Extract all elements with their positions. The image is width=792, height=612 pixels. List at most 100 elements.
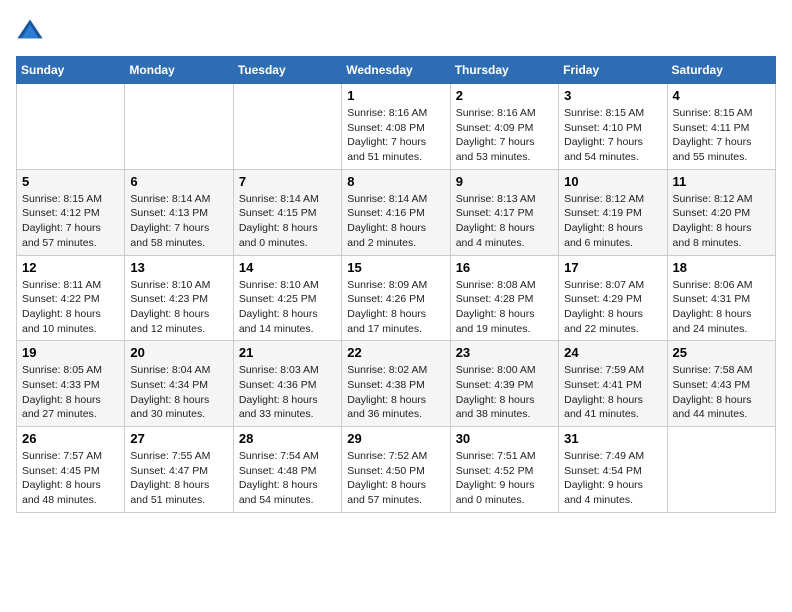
day-number: 27	[130, 431, 227, 446]
day-cell: 6Sunrise: 8:14 AM Sunset: 4:13 PM Daylig…	[125, 169, 233, 255]
day-number: 30	[456, 431, 553, 446]
week-row-1: 1 Sunrise: 8:16 AM Sunset: 4:08 PM Daylig…	[17, 84, 776, 170]
day-number: 12	[22, 260, 119, 275]
day-info: Sunrise: 7:58 AM Sunset: 4:43 PM Dayligh…	[673, 363, 770, 422]
week-row-5: 26 Sunrise: 7:57 AM Sunset: 4:45 PM Dayli…	[17, 427, 776, 513]
day-cell: 9 Sunrise: 8:13 AM Sunset: 4:17 PM Daylig…	[450, 169, 558, 255]
day-number: 31	[564, 431, 661, 446]
page-header	[16, 16, 776, 44]
day-cell: 19 Sunrise: 8:05 AM Sunset: 4:33 PM Dayli…	[17, 341, 125, 427]
day-cell: 17 Sunrise: 8:07 AM Sunset: 4:29 PM Dayli…	[559, 255, 667, 341]
day-number: 26	[22, 431, 119, 446]
day-number: 4	[673, 88, 770, 103]
day-cell: 2 Sunrise: 8:16 AM Sunset: 4:09 PM Daylig…	[450, 84, 558, 170]
day-info: Sunrise: 8:10 AM Sunset: 4:25 PM Dayligh…	[239, 278, 336, 337]
day-header-thursday: Thursday	[450, 57, 558, 84]
day-number: 19	[22, 345, 119, 360]
day-number: 9	[456, 174, 553, 189]
day-info: Sunrise: 8:14 AM Sunset: 4:16 PM Dayligh…	[347, 192, 444, 251]
day-info: Sunrise: 8:09 AM Sunset: 4:26 PM Dayligh…	[347, 278, 444, 337]
day-number: 3	[564, 88, 661, 103]
day-number: 14	[239, 260, 336, 275]
day-info: Sunrise: 8:03 AM Sunset: 4:36 PM Dayligh…	[239, 363, 336, 422]
day-header-monday: Monday	[125, 57, 233, 84]
logo-icon	[16, 16, 44, 44]
calendar-table: SundayMondayTuesdayWednesdayThursdayFrid…	[16, 56, 776, 513]
day-info: Sunrise: 7:57 AM Sunset: 4:45 PM Dayligh…	[22, 449, 119, 508]
day-cell: 10 Sunrise: 8:12 AM Sunset: 4:19 PM Dayli…	[559, 169, 667, 255]
day-info: Sunrise: 7:51 AM Sunset: 4:52 PM Dayligh…	[456, 449, 553, 508]
day-cell: 1 Sunrise: 8:16 AM Sunset: 4:08 PM Daylig…	[342, 84, 450, 170]
day-info: Sunrise: 8:08 AM Sunset: 4:28 PM Dayligh…	[456, 278, 553, 337]
day-cell	[17, 84, 125, 170]
day-cell: 15 Sunrise: 8:09 AM Sunset: 4:26 PM Dayli…	[342, 255, 450, 341]
day-info: Sunrise: 7:59 AM Sunset: 4:41 PM Dayligh…	[564, 363, 661, 422]
day-info: Sunrise: 8:12 AM Sunset: 4:20 PM Dayligh…	[673, 192, 770, 251]
day-info: Sunrise: 8:12 AM Sunset: 4:19 PM Dayligh…	[564, 192, 661, 251]
week-row-2: 5Sunrise: 8:15 AM Sunset: 4:12 PM Daylig…	[17, 169, 776, 255]
day-cell: 25 Sunrise: 7:58 AM Sunset: 4:43 PM Dayli…	[667, 341, 775, 427]
week-row-4: 19 Sunrise: 8:05 AM Sunset: 4:33 PM Dayli…	[17, 341, 776, 427]
day-number: 20	[130, 345, 227, 360]
day-number: 2	[456, 88, 553, 103]
day-number: 17	[564, 260, 661, 275]
day-cell	[125, 84, 233, 170]
day-header-saturday: Saturday	[667, 57, 775, 84]
day-number: 29	[347, 431, 444, 446]
day-info: Sunrise: 8:16 AM Sunset: 4:08 PM Dayligh…	[347, 106, 444, 165]
day-number: 11	[673, 174, 770, 189]
day-cell: 26 Sunrise: 7:57 AM Sunset: 4:45 PM Dayli…	[17, 427, 125, 513]
day-cell: 8 Sunrise: 8:14 AM Sunset: 4:16 PM Daylig…	[342, 169, 450, 255]
day-number: 22	[347, 345, 444, 360]
day-header-friday: Friday	[559, 57, 667, 84]
day-number: 28	[239, 431, 336, 446]
week-row-3: 12 Sunrise: 8:11 AM Sunset: 4:22 PM Dayli…	[17, 255, 776, 341]
day-cell: 4 Sunrise: 8:15 AM Sunset: 4:11 PM Daylig…	[667, 84, 775, 170]
day-info: Sunrise: 8:10 AM Sunset: 4:23 PM Dayligh…	[130, 278, 227, 337]
day-cell: 31Sunrise: 7:49 AM Sunset: 4:54 PM Dayli…	[559, 427, 667, 513]
day-info: Sunrise: 8:15 AM Sunset: 4:11 PM Dayligh…	[673, 106, 770, 165]
day-number: 16	[456, 260, 553, 275]
day-cell	[233, 84, 341, 170]
day-info: Sunrise: 8:14 AM Sunset: 4:15 PM Dayligh…	[239, 192, 336, 251]
day-cell: 5Sunrise: 8:15 AM Sunset: 4:12 PM Daylig…	[17, 169, 125, 255]
day-info: Sunrise: 7:52 AM Sunset: 4:50 PM Dayligh…	[347, 449, 444, 508]
day-cell: 27 Sunrise: 7:55 AM Sunset: 4:47 PM Dayli…	[125, 427, 233, 513]
day-header-sunday: Sunday	[17, 57, 125, 84]
day-cell: 12 Sunrise: 8:11 AM Sunset: 4:22 PM Dayli…	[17, 255, 125, 341]
day-cell: 30 Sunrise: 7:51 AM Sunset: 4:52 PM Dayli…	[450, 427, 558, 513]
day-number: 8	[347, 174, 444, 189]
day-info: Sunrise: 7:55 AM Sunset: 4:47 PM Dayligh…	[130, 449, 227, 508]
day-number: 5	[22, 174, 119, 189]
day-number: 21	[239, 345, 336, 360]
day-cell: 24Sunrise: 7:59 AM Sunset: 4:41 PM Dayli…	[559, 341, 667, 427]
day-info: Sunrise: 8:14 AM Sunset: 4:13 PM Dayligh…	[130, 192, 227, 251]
day-info: Sunrise: 8:11 AM Sunset: 4:22 PM Dayligh…	[22, 278, 119, 337]
day-number: 1	[347, 88, 444, 103]
day-cell: 11 Sunrise: 8:12 AM Sunset: 4:20 PM Dayli…	[667, 169, 775, 255]
day-header-tuesday: Tuesday	[233, 57, 341, 84]
day-number: 25	[673, 345, 770, 360]
day-number: 10	[564, 174, 661, 189]
day-cell: 18Sunrise: 8:06 AM Sunset: 4:31 PM Dayli…	[667, 255, 775, 341]
day-cell: 16 Sunrise: 8:08 AM Sunset: 4:28 PM Dayli…	[450, 255, 558, 341]
days-header-row: SundayMondayTuesdayWednesdayThursdayFrid…	[17, 57, 776, 84]
day-info: Sunrise: 8:00 AM Sunset: 4:39 PM Dayligh…	[456, 363, 553, 422]
day-info: Sunrise: 8:07 AM Sunset: 4:29 PM Dayligh…	[564, 278, 661, 337]
day-info: Sunrise: 8:13 AM Sunset: 4:17 PM Dayligh…	[456, 192, 553, 251]
day-header-wednesday: Wednesday	[342, 57, 450, 84]
logo	[16, 16, 48, 44]
day-cell: 29 Sunrise: 7:52 AM Sunset: 4:50 PM Dayli…	[342, 427, 450, 513]
day-info: Sunrise: 7:54 AM Sunset: 4:48 PM Dayligh…	[239, 449, 336, 508]
day-info: Sunrise: 8:02 AM Sunset: 4:38 PM Dayligh…	[347, 363, 444, 422]
day-cell: 23 Sunrise: 8:00 AM Sunset: 4:39 PM Dayli…	[450, 341, 558, 427]
day-cell	[667, 427, 775, 513]
day-cell: 13Sunrise: 8:10 AM Sunset: 4:23 PM Dayli…	[125, 255, 233, 341]
day-info: Sunrise: 8:15 AM Sunset: 4:10 PM Dayligh…	[564, 106, 661, 165]
day-info: Sunrise: 8:05 AM Sunset: 4:33 PM Dayligh…	[22, 363, 119, 422]
day-cell: 20Sunrise: 8:04 AM Sunset: 4:34 PM Dayli…	[125, 341, 233, 427]
day-cell: 21 Sunrise: 8:03 AM Sunset: 4:36 PM Dayli…	[233, 341, 341, 427]
day-info: Sunrise: 8:16 AM Sunset: 4:09 PM Dayligh…	[456, 106, 553, 165]
day-number: 15	[347, 260, 444, 275]
day-number: 23	[456, 345, 553, 360]
